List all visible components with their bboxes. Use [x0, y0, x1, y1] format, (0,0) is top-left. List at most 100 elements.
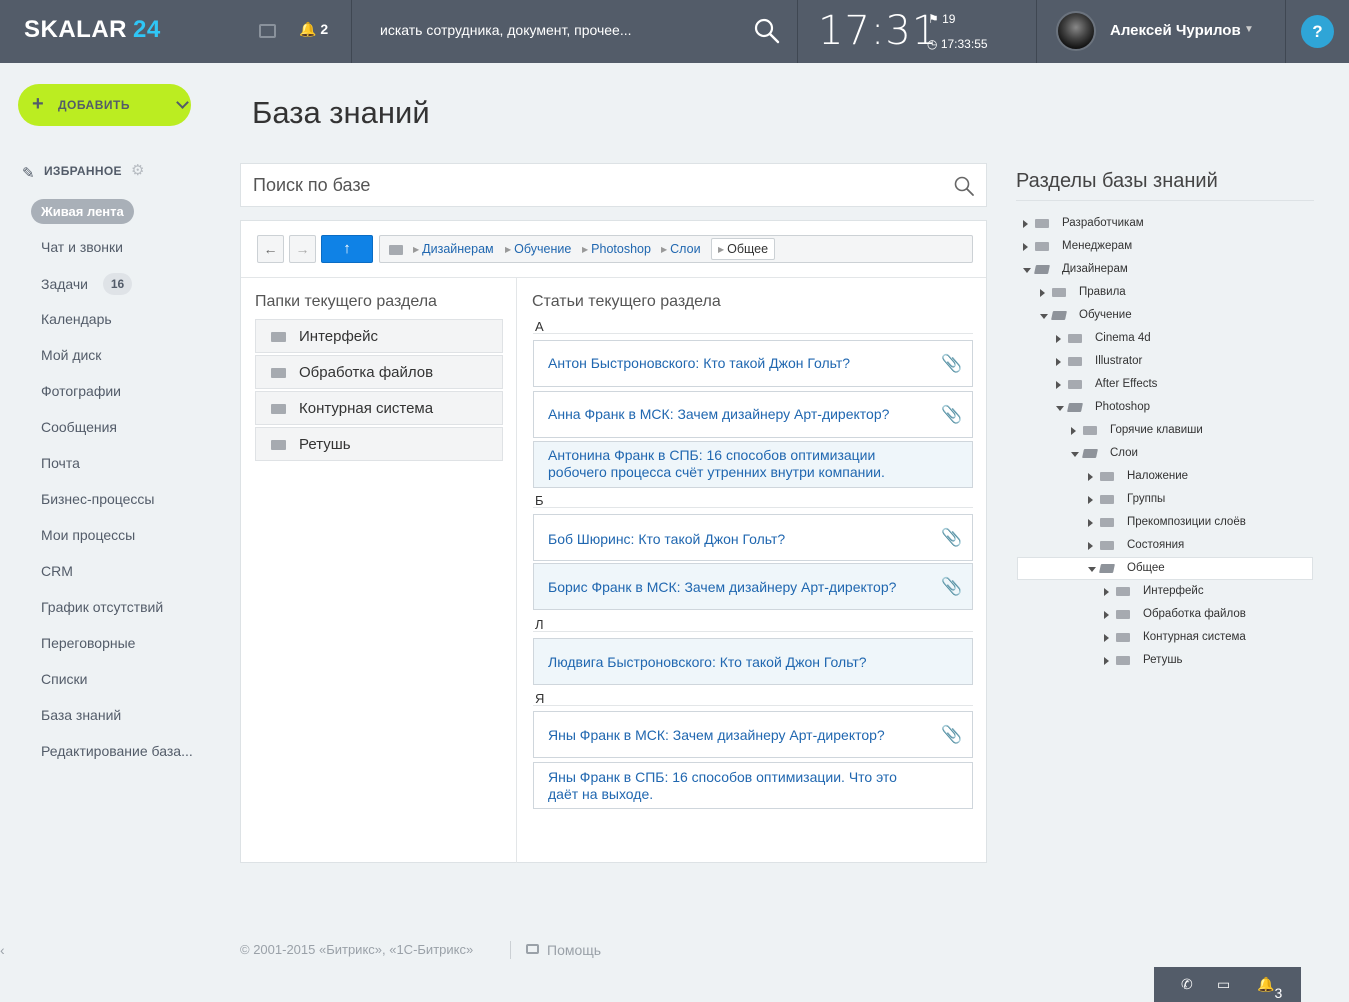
caret-right-icon[interactable] — [1040, 289, 1045, 297]
sidebar-item-absence[interactable]: График отсутствий — [41, 599, 163, 615]
sidebar-item-disk[interactable]: Мой диск — [41, 347, 101, 363]
sidebar-item-chat[interactable]: Чат и звонки — [41, 239, 123, 255]
sidebar-item-crm[interactable]: CRM — [41, 563, 73, 579]
folder-icon — [1116, 610, 1130, 619]
caret-right-icon[interactable] — [1104, 611, 1109, 619]
copyright: © 2001-2015 «Битрикс», «1С-Битрикс» — [240, 942, 474, 957]
breadcrumb: ▶ Дизайнерам ▶ Обучение ▶ Photoshop ▶ Слои ▶… — [379, 235, 973, 263]
sidebar-item-my-processes[interactable]: Мои процессы — [41, 527, 135, 543]
avatar[interactable] — [1056, 11, 1096, 51]
breadcrumb-item[interactable]: ▶ Photoshop — [582, 242, 651, 256]
caret-right-icon[interactable] — [1056, 358, 1061, 366]
clock-icon: ◷ — [927, 37, 938, 51]
sidebar-item-photos[interactable]: Фотографии — [41, 383, 121, 399]
chevron-down-icon — [176, 96, 189, 109]
sidebar-item-lists[interactable]: Списки — [41, 671, 87, 687]
sidebar-item-bizproc[interactable]: Бизнес-процессы — [41, 491, 154, 507]
sidebar-item-calendar[interactable]: Календарь — [41, 311, 112, 327]
notifications-button[interactable]: 🔔 2 — [299, 21, 328, 38]
caret-right-icon[interactable] — [1088, 473, 1093, 481]
forward-button[interactable]: → — [289, 235, 316, 263]
sidebar-item-mail[interactable]: Почта — [41, 455, 80, 471]
breadcrumb-current: ▶ Общее — [711, 238, 776, 260]
up-button[interactable]: ↑ — [321, 235, 373, 263]
article-link[interactable]: Анна Франк в МСК: Зачем дизайнеру Арт-ди… — [533, 391, 973, 438]
folder-item[interactable]: Контурная система — [255, 391, 503, 425]
sidebar-item-edit-base[interactable]: Редактирование база... — [41, 743, 193, 759]
caret-right-icon[interactable] — [1104, 634, 1109, 642]
folder-item[interactable]: Ретушь — [255, 427, 503, 461]
flag-counter[interactable]: ⚑ 19 — [928, 12, 955, 26]
article-link[interactable]: Людвига Быстроновского: Кто такой Джон Г… — [533, 638, 973, 685]
add-button[interactable]: + ДОБАВИТЬ — [18, 84, 191, 126]
caret-right-icon[interactable] — [1056, 335, 1061, 343]
tasks-badge: 16 — [103, 273, 132, 295]
folder-item[interactable]: Обработка файлов — [255, 355, 503, 389]
breadcrumb-item[interactable]: ▶ Обучение — [505, 242, 571, 256]
article-link[interactable]: Яны Франк в МСК: Зачем дизайнеру Арт-дир… — [533, 711, 973, 758]
article-link[interactable]: Антон Быстроновского: Кто такой Джон Гол… — [533, 340, 973, 387]
divider — [797, 0, 798, 63]
article-link[interactable]: Яны Франк в СПБ: 16 способов оптимизации… — [533, 762, 973, 809]
favorites-title: ИЗБРАННОЕ — [44, 164, 122, 178]
caret-down-icon[interactable] — [1040, 314, 1048, 319]
paperclip-icon: 📎 — [941, 577, 963, 596]
caret-right-icon[interactable] — [1071, 427, 1076, 435]
kb-search-input[interactable] — [253, 172, 933, 198]
header-search-input[interactable]: искать сотрудника, документ, прочее... — [380, 22, 632, 38]
caret-right-icon[interactable] — [1056, 381, 1061, 389]
clock-time[interactable]: 17:31 — [818, 8, 938, 54]
search-icon[interactable] — [953, 175, 975, 202]
caret-down-icon[interactable] — [1071, 452, 1079, 457]
sidebar-item-knowledge-base[interactable]: База знаний — [41, 707, 121, 723]
arrow-left-icon: ← — [263, 241, 278, 257]
logo[interactable]: SKALAR 24 — [24, 16, 161, 44]
plus-icon: + — [32, 93, 44, 115]
sidebar-item-messages[interactable]: Сообщения — [41, 419, 117, 435]
article-link[interactable]: Боб Шюринс: Кто такой Джон Гольт? 📎 — [533, 514, 973, 561]
help-link[interactable]: Помощь — [547, 942, 601, 958]
caret-right-icon[interactable] — [1104, 657, 1109, 665]
caret-right-icon[interactable] — [1088, 519, 1093, 527]
search-icon[interactable] — [753, 17, 781, 50]
user-name[interactable]: Алексей Чурилов — [1110, 22, 1241, 39]
divider — [351, 0, 352, 63]
notifications-button[interactable]: 🔔 3 — [1257, 976, 1282, 1001]
folder-icon — [1068, 334, 1082, 343]
chat-icon[interactable] — [259, 24, 276, 38]
articles-title: Статьи текущего раздела — [532, 293, 721, 310]
article-link[interactable]: Борис Франк в МСК: Зачем дизайнеру Арт-д… — [533, 563, 973, 610]
folder-icon — [1100, 518, 1114, 527]
top-header: SKALAR 24 🔔 2 искать сотрудника, документ… — [0, 0, 1349, 63]
folder-item[interactable]: Интерфейс — [255, 319, 503, 353]
back-button[interactable]: ← — [257, 235, 284, 263]
caret-right-icon[interactable] — [1088, 542, 1093, 550]
sidebar-item-rooms[interactable]: Переговорные — [41, 635, 135, 651]
caret-down-icon[interactable] — [1056, 406, 1064, 411]
folder-open-icon — [1099, 564, 1115, 573]
help-button[interactable]: ? — [1301, 15, 1334, 48]
caret-down-icon[interactable] — [1088, 567, 1096, 572]
folder-open-icon — [1034, 265, 1050, 274]
caret-right-icon[interactable] — [1023, 243, 1028, 251]
caret-down-icon[interactable] — [1023, 268, 1031, 273]
sidebar-item-live-feed[interactable]: Живая лента — [31, 199, 134, 224]
gear-icon[interactable]: ⚙ — [131, 161, 144, 179]
breadcrumb-item[interactable]: ▶ Слои — [661, 242, 701, 256]
chevron-down-icon[interactable]: ▼ — [1244, 24, 1254, 35]
caret-right-icon[interactable] — [1023, 220, 1028, 228]
chat-icon[interactable]: ▭ — [1217, 976, 1230, 993]
caret-right-icon[interactable] — [1104, 588, 1109, 596]
caret-right-icon[interactable] — [1088, 496, 1093, 504]
messenger-bar: ✆ ▭ 🔔 3 — [1154, 967, 1301, 1002]
arrow-up-icon: ↑ — [343, 240, 351, 257]
phone-icon[interactable]: ✆ — [1181, 976, 1193, 993]
work-timer[interactable]: ◷ 17:33:55 — [927, 37, 988, 51]
divider — [533, 333, 973, 334]
article-link[interactable]: Антонина Франк в СПБ: 16 способов оптими… — [533, 441, 973, 488]
sidebar-item-tasks[interactable]: Задачи — [41, 276, 88, 292]
chat-icon — [526, 944, 539, 954]
chevron-left-icon[interactable]: ‹ — [0, 942, 5, 958]
breadcrumb-item[interactable]: ▶ Дизайнерам — [413, 242, 494, 256]
paperclip-icon: 📎 — [941, 354, 963, 373]
